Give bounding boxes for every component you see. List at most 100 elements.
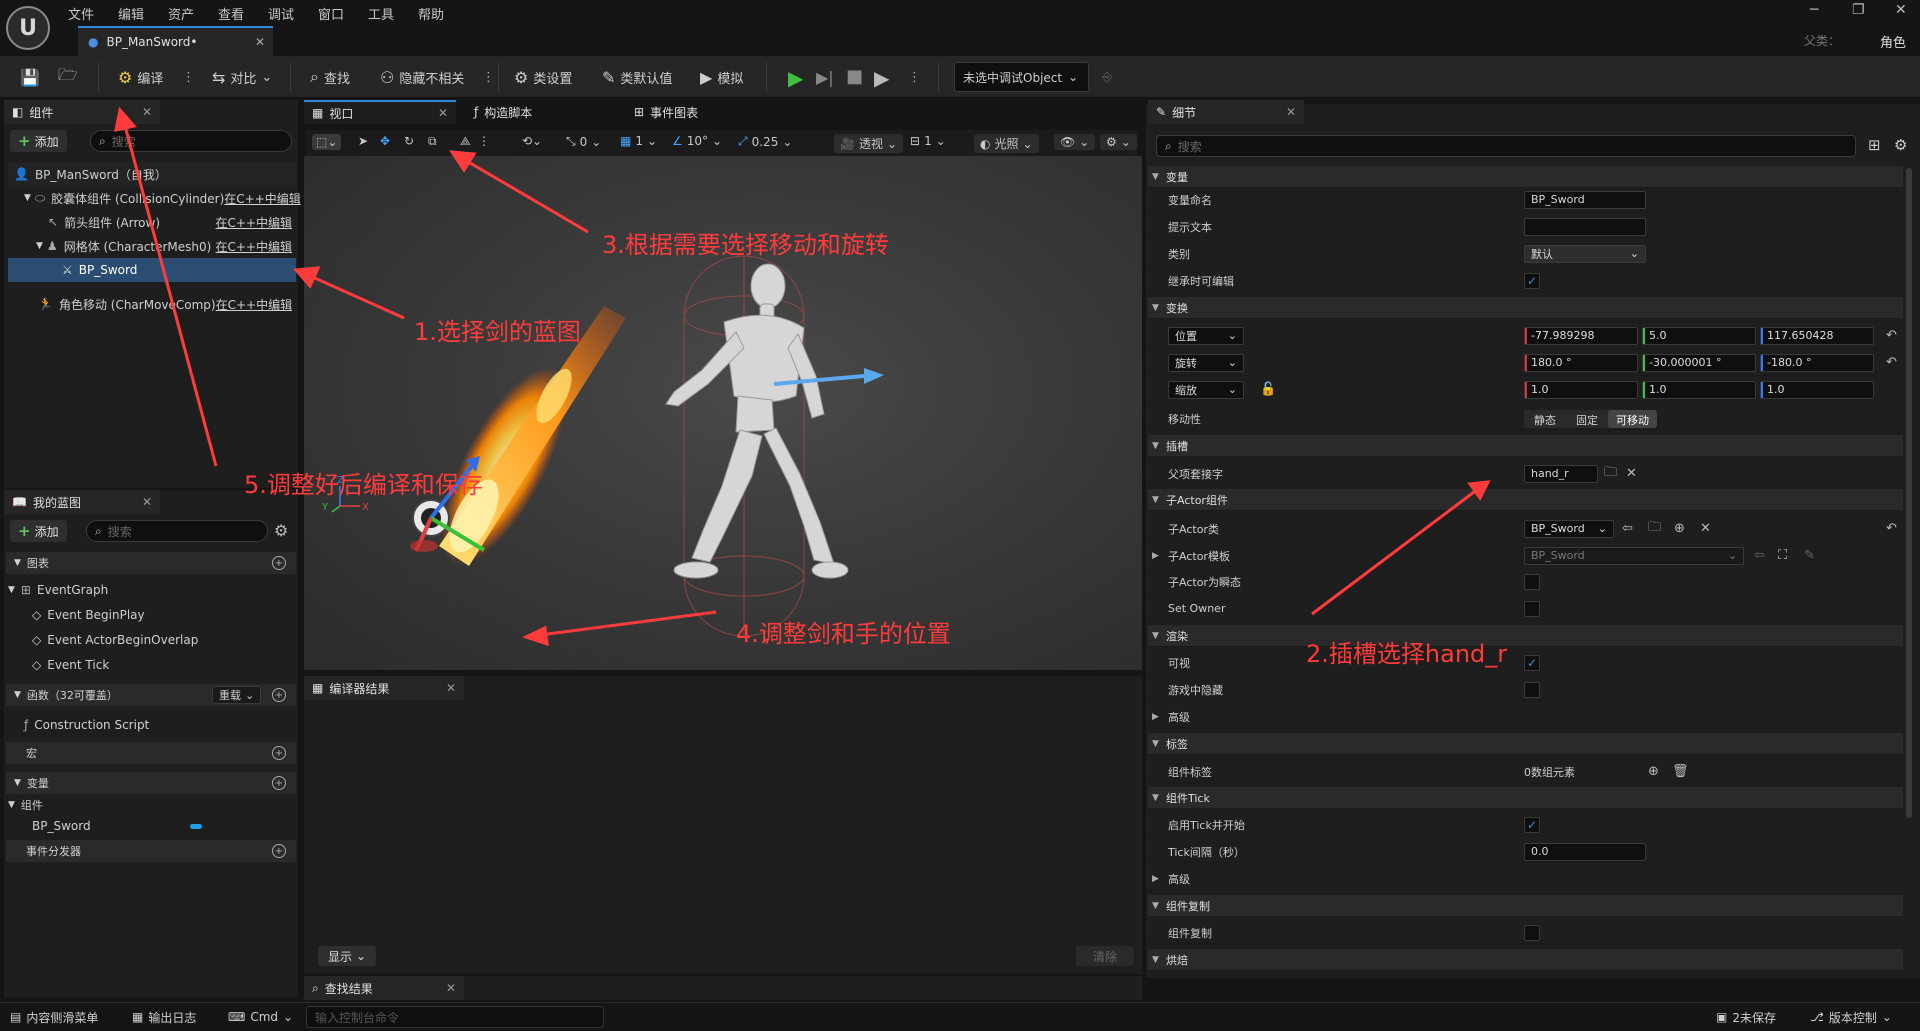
show-flags-button[interactable]: 👁 ⌄ <box>1054 134 1096 150</box>
class-settings-button[interactable]: ⚙ 类设置 <box>508 63 578 91</box>
child-actor-class-select[interactable]: BP_Sword ⌄ <box>1524 519 1614 538</box>
menu-view[interactable]: 查看 <box>214 2 248 25</box>
mobility-movable-button[interactable]: 可移动 <box>1608 409 1657 428</box>
tab-components[interactable]: ◧ 组件 ✕ <box>4 100 160 124</box>
play-icon[interactable]: ▶ <box>788 66 803 90</box>
clear-icon[interactable]: ✕ <box>1700 521 1711 536</box>
save-icon[interactable]: 💾 <box>14 63 46 91</box>
section-cooking[interactable]: ▼ 烘焙 <box>1148 949 1903 971</box>
browse-socket-icon[interactable]: 🗀 <box>1604 463 1617 485</box>
stop-icon[interactable]: ■ <box>846 66 863 87</box>
cmd-select[interactable]: ⌨ Cmd ⌄ <box>228 1006 293 1028</box>
menu-file[interactable]: 文件 <box>64 2 98 25</box>
use-selected-icon[interactable]: ⇦ <box>1622 521 1633 536</box>
menu-tools[interactable]: 工具 <box>364 2 398 25</box>
camera-speed[interactable]: ⊟ 1 ⌄ <box>910 134 946 148</box>
row-advanced-tick[interactable]: ▶ 高级 <box>1148 868 1903 890</box>
mobility-static-button[interactable]: 静态 <box>1524 410 1566 428</box>
location-z-field[interactable]: 117.650428 <box>1760 326 1874 345</box>
add-function-icon[interactable]: + <box>272 688 286 702</box>
browse-icon[interactable]: 🗁 <box>52 63 84 91</box>
play-options-icon[interactable]: ⋮ <box>902 63 927 91</box>
dispatchers-header[interactable]: 事件分发器 + <box>6 840 296 862</box>
reset-icon[interactable]: ↶ <box>1886 355 1897 370</box>
start-tick-checkbox[interactable]: ✓ <box>1524 816 1540 833</box>
eject-icon[interactable]: ▶ <box>874 66 889 90</box>
reset-icon[interactable]: ↶ <box>1886 521 1897 536</box>
tree-item-mesh[interactable]: ▼ ♟ 网格体 (CharacterMesh0) 在C++中编辑 <box>8 234 296 258</box>
components-category[interactable]: ▼ 组件 <box>8 796 43 814</box>
scale-tool-icon[interactable]: ⧉ <box>428 134 437 149</box>
unreal-logo-icon[interactable]: U <box>6 6 50 50</box>
replicates-checkbox[interactable] <box>1524 924 1540 941</box>
add-macro-icon[interactable]: + <box>272 746 286 760</box>
section-tags[interactable]: ▼ 标签 <box>1148 733 1903 755</box>
scale-z-field[interactable]: 1.0 <box>1760 380 1874 399</box>
category-select[interactable]: 默认 ⌄ <box>1524 244 1646 263</box>
select-icon[interactable]: ⛶ <box>1778 548 1787 563</box>
add-icon[interactable]: ⊕ <box>1674 521 1685 536</box>
section-variable[interactable]: ▼ 变量 <box>1148 166 1903 188</box>
output-log-button[interactable]: ▦ 输出日志 <box>132 1006 196 1028</box>
rotate-tool-icon[interactable]: ↻ <box>404 134 414 148</box>
close-icon[interactable]: ✕ <box>1286 105 1296 119</box>
scale-y-field[interactable]: 1.0 <box>1642 380 1756 399</box>
section-rendering[interactable]: ▼ 渲染 <box>1148 625 1903 647</box>
clear-icon[interactable]: ✕ <box>1626 466 1637 481</box>
edit-in-cpp-link[interactable]: 在C++中编辑 <box>224 190 305 207</box>
rotation-z-field[interactable]: -180.0 ° <box>1760 353 1874 372</box>
tooltip-field[interactable] <box>1524 217 1646 236</box>
mobility-stationary-button[interactable]: 固定 <box>1566 410 1608 428</box>
macros-header[interactable]: 宏 + <box>6 742 296 764</box>
rotation-mode-select[interactable]: 旋转 ⌄ <box>1168 353 1244 372</box>
menu-asset[interactable]: 资产 <box>164 2 198 25</box>
tab-event-graph[interactable]: ⊞ 事件图表 <box>626 100 776 124</box>
event-item[interactable]: ◇ Event ActorBeginOverlap <box>32 628 198 652</box>
close-icon[interactable]: ✕ <box>438 106 448 120</box>
surface-snap-icon[interactable]: ⟁ <box>460 134 471 149</box>
lighting-button[interactable]: ◐ 光照 ⌄ <box>974 134 1039 153</box>
close-icon[interactable]: ✕ <box>446 981 456 995</box>
select-mode-icon[interactable]: ⬚⌄ <box>312 134 342 150</box>
grid-snap[interactable]: ▦ 1 ⌄ <box>620 134 657 148</box>
menu-help[interactable]: 帮助 <box>414 2 448 25</box>
component-search-input[interactable]: ⌕ 搜索 <box>90 130 292 152</box>
row-advanced[interactable]: ▶ 高级 <box>1148 706 1903 728</box>
scale-x-field[interactable]: 1.0 <box>1524 380 1638 399</box>
location-x-field[interactable]: -77.989298 <box>1524 326 1638 345</box>
edit-icon[interactable]: ✎ <box>1804 548 1815 563</box>
source-control-button[interactable]: ⎇ 版本控制 ⌄ <box>1810 1006 1892 1028</box>
table-view-icon[interactable]: ⊞ <box>1868 136 1881 154</box>
location-y-field[interactable]: 5.0 <box>1642 326 1756 345</box>
rotation-y-field[interactable]: -30.000001 ° <box>1642 353 1756 372</box>
tab-details[interactable]: ✎ 细节 ✕ <box>1148 100 1304 124</box>
unsaved-button[interactable]: ▣ 2未保存 <box>1716 1006 1776 1028</box>
tab-my-blueprint[interactable]: 📖 我的蓝图 ✕ <box>4 490 160 514</box>
close-tab-icon[interactable]: ✕ <box>255 35 265 49</box>
section-child-actor[interactable]: ▼ 子Actor组件 <box>1148 489 1903 511</box>
add-variable-icon[interactable]: + <box>272 776 286 790</box>
hidden-in-game-checkbox[interactable] <box>1524 681 1540 698</box>
override-select[interactable]: 重载 ⌄ <box>212 686 262 704</box>
clear-button[interactable]: 清除 <box>1076 946 1134 966</box>
restore-icon[interactable]: ❐ <box>1852 2 1865 18</box>
angle-snap[interactable]: ∠ 10° ⌄ <box>672 134 722 148</box>
parent-class-value[interactable]: 角色 <box>1880 32 1906 51</box>
close-icon[interactable]: ✕ <box>142 105 152 119</box>
variables-header[interactable]: ▼ 变量 + <box>6 772 296 794</box>
menu-window[interactable]: 窗口 <box>314 2 348 25</box>
add-element-icon[interactable]: ⊕ <box>1648 764 1659 779</box>
blueprint-search-input[interactable]: ⌕ 搜索 <box>86 520 268 542</box>
tree-item-bp-sword[interactable]: ⚔ BP_Sword <box>8 258 296 282</box>
section-replication[interactable]: ▼ 组件复制 <box>1148 895 1903 917</box>
close-icon[interactable]: ✕ <box>142 495 152 509</box>
rotation-snap[interactable]: ⤡ 0 ⌄ <box>566 134 601 149</box>
close-window-icon[interactable]: ✕ <box>1895 2 1907 18</box>
tree-item-arrow[interactable]: ↖ 箭头组件 (Arrow) 在C++中编辑 <box>8 210 296 234</box>
gear-icon[interactable]: ⚙ <box>1894 136 1907 154</box>
diff-button[interactable]: ⇆ 对比 ⌄ <box>206 63 278 91</box>
variable-item[interactable]: BP_Sword <box>32 814 202 838</box>
menu-debug[interactable]: 调试 <box>264 2 298 25</box>
compile-options-icon[interactable]: ⋮ <box>176 63 201 91</box>
parent-socket-field[interactable]: hand_r <box>1524 464 1598 483</box>
